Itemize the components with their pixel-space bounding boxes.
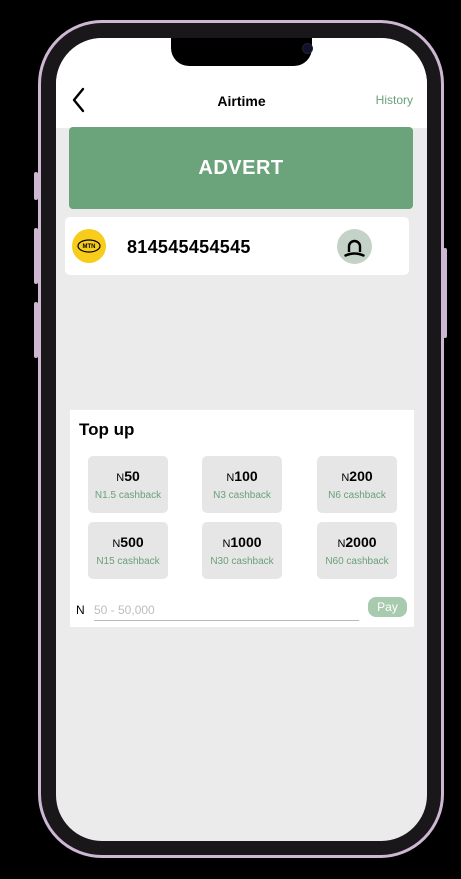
topup-option-50[interactable]: N50 N1.5 cashback — [88, 456, 168, 513]
topup-option-100[interactable]: N100 N3 cashback — [202, 456, 282, 513]
recipient-card[interactable]: MTN 814545454545 — [65, 217, 409, 275]
cashback-label: N3 cashback — [213, 490, 271, 501]
topup-amount: 500 — [120, 534, 144, 550]
currency-symbol: N — [116, 472, 125, 484]
mtn-logo[interactable]: MTN — [72, 229, 106, 263]
volume-up-button — [34, 228, 38, 284]
history-link[interactable]: History — [376, 93, 413, 107]
svg-text:MTN: MTN — [83, 244, 96, 250]
cashback-label: N6 cashback — [328, 490, 386, 501]
cashback-label: N60 cashback — [325, 556, 389, 567]
topup-title: Top up — [79, 420, 135, 439]
cashback-label: N30 cashback — [210, 556, 274, 567]
cashback-label: N1.5 cashback — [94, 490, 162, 501]
topup-option-2000[interactable]: N2000 N60 cashback — [317, 522, 397, 579]
custom-amount-input[interactable] — [94, 600, 359, 621]
topup-option-200[interactable]: N200 N6 cashback — [317, 456, 397, 513]
silent-switch — [34, 172, 38, 200]
topup-amount: 50 — [124, 468, 140, 484]
pay-button[interactable]: Pay — [368, 597, 407, 617]
contact-icon — [344, 239, 365, 257]
contact-button[interactable] — [337, 229, 372, 264]
camera-icon — [302, 43, 313, 54]
volume-down-button — [34, 302, 38, 358]
topup-section: Top up N50 N1.5 cashback N100 N3 cashbac… — [70, 410, 414, 627]
power-button — [443, 248, 447, 338]
advert-banner[interactable]: ADVERT — [69, 127, 413, 209]
topup-option-1000[interactable]: N1000 N30 cashback — [202, 522, 282, 579]
mtn-logo-mark: MTN — [77, 239, 101, 253]
phone-number: 814545454545 — [127, 237, 251, 257]
topup-amount: 100 — [234, 468, 258, 484]
topup-amount: 1000 — [230, 534, 262, 550]
custom-amount-currency: N — [76, 603, 85, 617]
topup-option-500[interactable]: N500 N15 cashback — [88, 522, 168, 579]
topup-amount: 200 — [349, 468, 373, 484]
cashback-label: N15 cashback — [96, 556, 160, 567]
notch — [171, 38, 313, 66]
topup-amount: 2000 — [345, 534, 377, 550]
page-title: Airtime — [217, 93, 266, 109]
screen: Airtime History ADVERT MTN 814545454545 … — [56, 38, 427, 841]
